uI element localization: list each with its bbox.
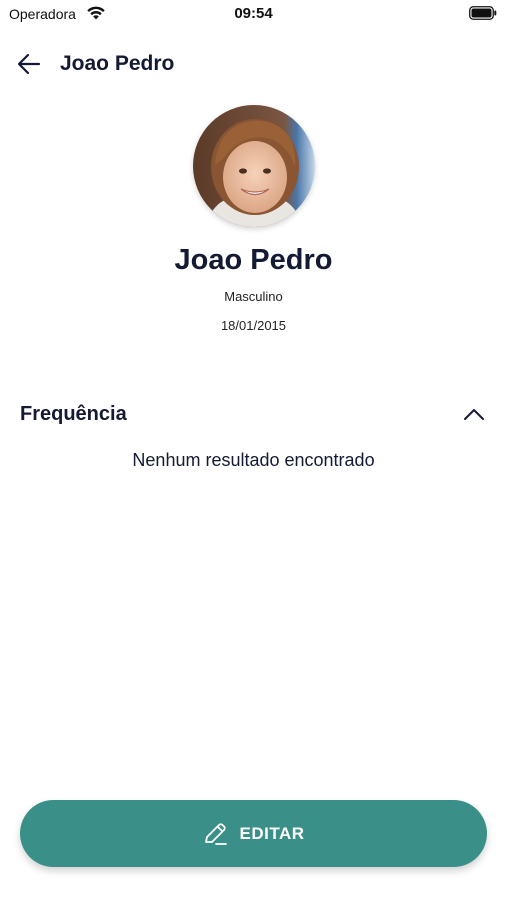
back-button[interactable]	[14, 50, 44, 78]
status-bar: Operadora 09:54	[0, 0, 507, 28]
pencil-icon	[202, 821, 228, 847]
frequency-section-header[interactable]: Frequência	[20, 400, 487, 430]
profile-birthdate: 18/01/2015	[220, 318, 287, 333]
frequency-section-title: Frequência	[20, 403, 127, 425]
profile-name: Joao Pedro	[174, 244, 333, 276]
profile-gender: Masculino	[224, 289, 283, 304]
page-title: Joao Pedro	[60, 52, 175, 75]
nav-bar: Joao Pedro	[0, 44, 507, 84]
empty-state-message: Nenhum resultado encontrado	[132, 450, 375, 470]
edit-button-label: EDITAR	[239, 823, 305, 843]
edit-button[interactable]: EDITAR	[20, 800, 487, 867]
arrow-left-icon	[14, 53, 44, 82]
chevron-up-icon[interactable]	[463, 406, 485, 422]
status-time: 09:54	[234, 5, 273, 22]
avatar	[193, 105, 315, 227]
battery-full-icon	[469, 6, 497, 20]
